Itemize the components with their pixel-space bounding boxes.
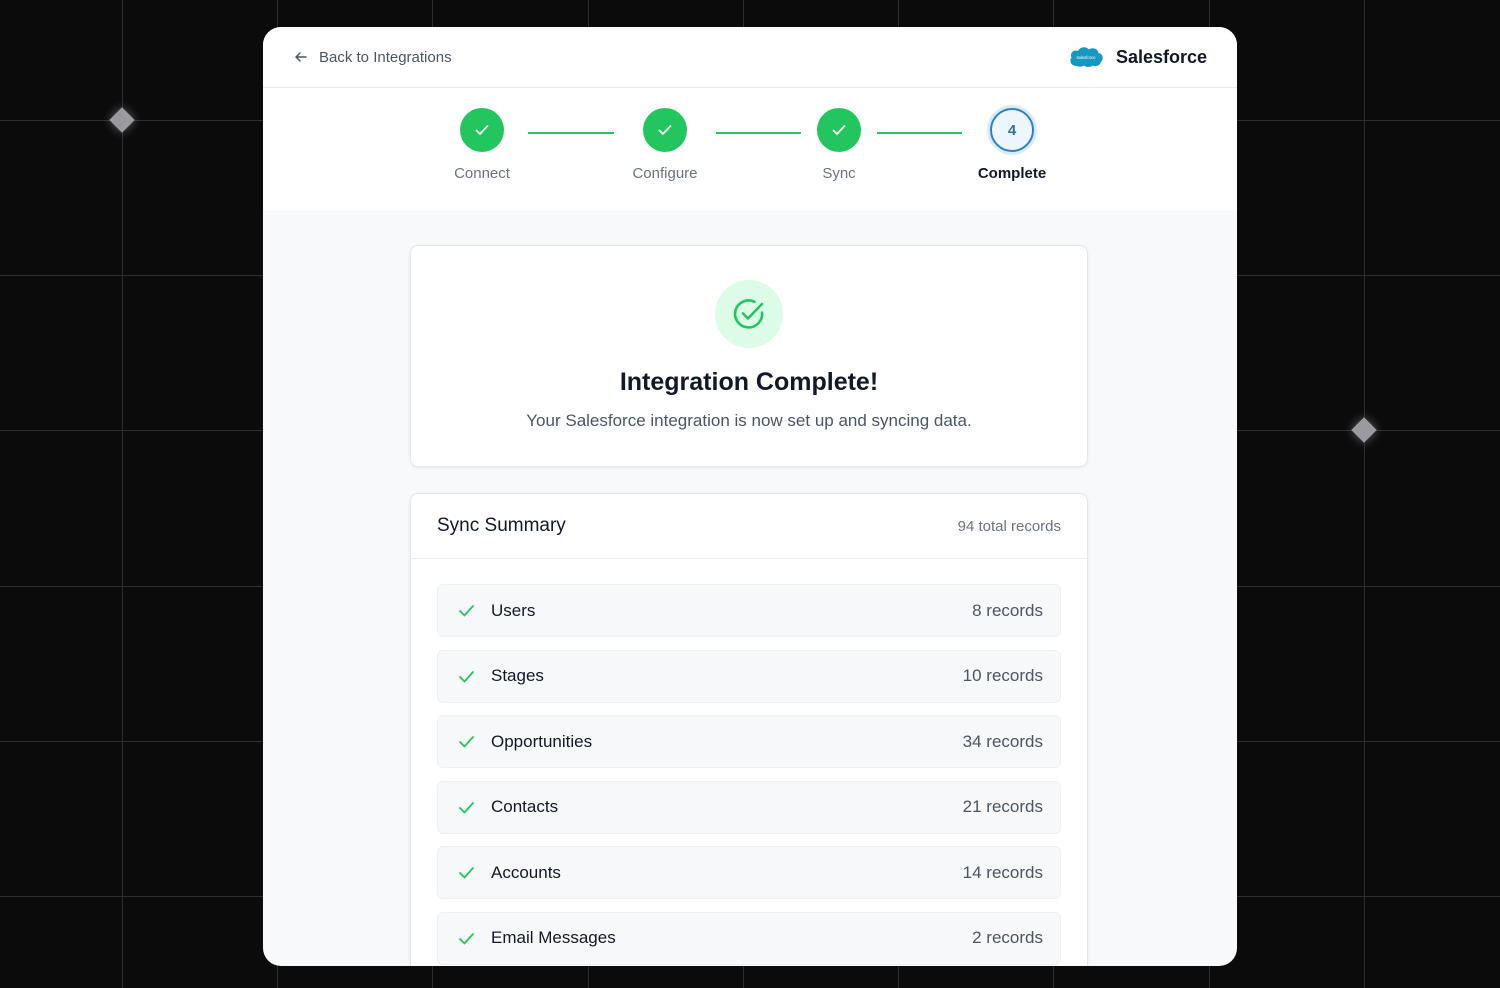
main-content: Integration Complete! Your Salesforce in… xyxy=(410,245,1088,966)
check-icon xyxy=(658,125,672,135)
list-item: Contacts 21 records xyxy=(437,780,1061,834)
list-item: Users 8 records xyxy=(437,584,1061,637)
step-configure: Configure xyxy=(605,108,725,182)
back-to-integrations-link[interactable]: Back to Integrations xyxy=(293,49,452,66)
record-count: 8 records xyxy=(972,600,1043,620)
object-name: Stages xyxy=(491,666,544,686)
brand: salesforce Salesforce xyxy=(1068,44,1207,70)
step-sync: Sync xyxy=(779,108,899,182)
check-icon xyxy=(459,605,474,617)
sync-summary-header: Sync Summary 94 total records xyxy=(411,494,1087,559)
record-count: 21 records xyxy=(962,797,1043,817)
top-bar: Back to Integrations salesforce Salesfor… xyxy=(263,27,1237,88)
completion-title: Integration Complete! xyxy=(619,368,879,396)
check-icon xyxy=(459,801,474,814)
step-number-indicator: 4 xyxy=(990,108,1034,152)
decorative-diamond xyxy=(109,107,135,133)
record-count: 34 records xyxy=(962,731,1043,751)
step-label: Connect xyxy=(454,165,510,182)
object-name: Contacts xyxy=(491,797,559,817)
check-icon xyxy=(459,867,474,879)
success-badge xyxy=(715,280,783,348)
list-item: Stages 10 records xyxy=(437,649,1061,703)
brand-name: Salesforce xyxy=(1115,46,1207,67)
record-count: 10 records xyxy=(962,666,1043,686)
check-icon xyxy=(459,670,474,682)
salesforce-logo-icon: salesforce xyxy=(1070,47,1103,67)
list-item: Opportunities 34 records xyxy=(437,715,1061,769)
record-count: 2 records xyxy=(972,928,1043,948)
step-label: Complete xyxy=(977,165,1047,182)
record-count: 14 records xyxy=(962,862,1043,882)
step-complete-indicator xyxy=(643,108,687,152)
integration-window: Back to Integrations salesforce Salesfor… xyxy=(263,27,1237,966)
decorative-diamond xyxy=(1351,417,1377,443)
check-circle-icon xyxy=(733,299,764,329)
object-name: Users xyxy=(491,600,536,620)
check-icon xyxy=(832,125,846,135)
list-item: Email Messages 2 records xyxy=(437,911,1061,965)
check-icon xyxy=(459,933,474,945)
sync-summary-list: Users 8 records Stages 10 records Opport… xyxy=(411,559,1087,965)
list-item: Accounts 14 records xyxy=(437,846,1061,900)
step-complete: 4 Complete xyxy=(952,108,1072,182)
total-records-count: 94 total records xyxy=(957,517,1061,535)
check-icon xyxy=(475,125,489,135)
step-label: Configure xyxy=(632,165,698,182)
object-name: Opportunities xyxy=(491,731,593,751)
svg-text:salesforce: salesforce xyxy=(1076,55,1096,60)
object-name: Accounts xyxy=(491,862,561,882)
arrow-left-icon xyxy=(295,52,307,62)
step-connect: Connect xyxy=(422,108,542,182)
sync-summary-title: Sync Summary xyxy=(437,515,566,536)
object-name: Email Messages xyxy=(491,928,616,948)
step-label: Sync xyxy=(822,165,856,182)
progress-stepper: Connect Configure Sync 4 Complete xyxy=(263,88,1237,210)
back-link-label: Back to Integrations xyxy=(319,48,452,66)
check-icon xyxy=(459,736,474,748)
completion-card: Integration Complete! Your Salesforce in… xyxy=(410,245,1088,467)
sync-summary-card: Sync Summary 94 total records Users 8 re… xyxy=(410,493,1088,966)
completion-subtitle: Your Salesforce integration is now set u… xyxy=(526,411,972,430)
step-complete-indicator xyxy=(817,108,861,152)
step-complete-indicator xyxy=(460,108,504,152)
